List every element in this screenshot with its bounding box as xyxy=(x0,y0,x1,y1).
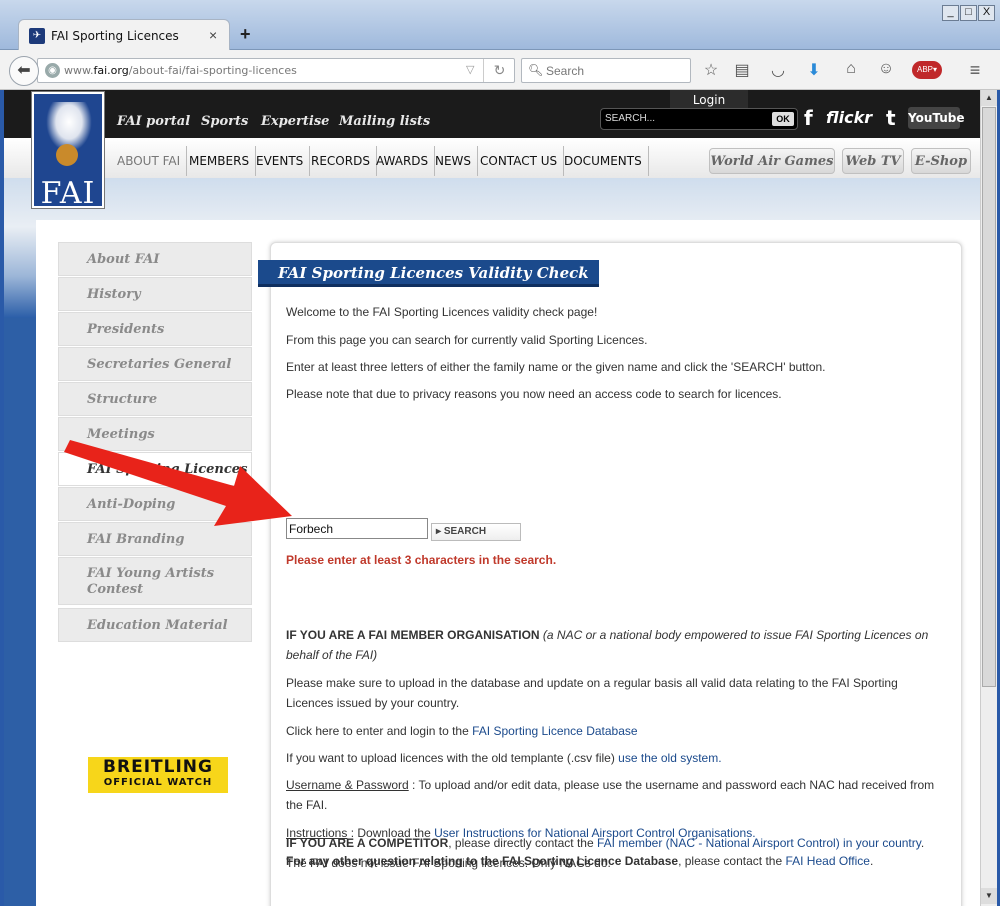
link-sports[interactable]: Sports xyxy=(201,114,248,129)
page-title: FAI Sporting Licences Validity Check xyxy=(258,260,599,287)
logo-text: FAI xyxy=(40,176,96,211)
reading-list-icon[interactable]: ▤ xyxy=(731,60,753,80)
breitling-sponsor-logo[interactable]: BREITLING OFFICIAL WATCH xyxy=(88,757,228,793)
old-system-text: If you want to upload licences with the … xyxy=(286,751,619,765)
sidebar-item-education[interactable]: Education Material xyxy=(58,608,252,642)
bookmark-star-icon[interactable]: ☆ xyxy=(700,60,722,80)
url-text: www.fai.org/about-fai/fai-sporting-licen… xyxy=(64,64,297,77)
reload-icon[interactable]: ↻ xyxy=(483,59,515,82)
login-paragraph: Click here to enter and login to the FAI… xyxy=(286,721,946,741)
search-button-label: SEARCH xyxy=(443,526,487,537)
name-search-input[interactable] xyxy=(286,518,428,539)
link-fai-portal[interactable]: FAI portal xyxy=(117,114,190,129)
home-icon[interactable]: ⌂ xyxy=(840,60,862,78)
web-tv-button[interactable]: Web TV xyxy=(842,148,904,174)
menu-records[interactable]: RECORDS xyxy=(305,146,377,176)
close-window-button[interactable]: X xyxy=(978,5,995,21)
sponsor-tagline: OFFICIAL WATCH xyxy=(103,777,213,788)
scroll-up-icon[interactable]: ▲ xyxy=(981,90,997,106)
back-button[interactable]: ⬅ xyxy=(9,56,39,86)
menu-icon[interactable]: ≡ xyxy=(964,60,986,81)
intro-search-info: From this page you can search for curren… xyxy=(286,333,648,347)
facebook-icon[interactable]: f xyxy=(804,106,820,130)
member-org-title: IF YOU ARE A FAI MEMBER ORGANISATION xyxy=(286,628,540,642)
content-area: About FAI History Presidents Secretaries… xyxy=(36,220,980,906)
fai-favicon-icon: ✈ xyxy=(29,28,45,44)
competitor-text: , please directly contact the xyxy=(448,836,597,850)
menu-documents[interactable]: DOCUMENTS xyxy=(558,146,649,176)
globe-icon: ◉ xyxy=(45,63,60,78)
sidebar-item-presidents[interactable]: Presidents xyxy=(58,312,252,346)
url-dropdown-icon[interactable]: ▽ xyxy=(466,63,474,76)
minimize-button[interactable]: _ xyxy=(942,5,959,21)
site-search-placeholder: SEARCH... xyxy=(605,113,656,124)
userpass-label: Username & Password xyxy=(286,778,409,792)
competitor-bold: IF YOU ARE A COMPETITOR xyxy=(286,836,449,850)
member-org-section: IF YOU ARE A FAI MEMBER ORGANISATION (a … xyxy=(286,625,946,665)
error-message: Please enter at least 3 characters in th… xyxy=(286,553,557,567)
url-bar[interactable]: ◉ www.fai.org/about-fai/fai-sporting-lic… xyxy=(37,58,515,83)
login-text: Click here to enter and login to the xyxy=(286,724,473,738)
navigation-toolbar: ◉ www.fai.org/about-fai/fai-sporting-lic… xyxy=(0,50,1000,90)
new-tab-button[interactable]: + xyxy=(240,24,251,45)
web-page: FAI FAI portal Sports Expertise Mailing … xyxy=(4,90,980,906)
red-arrow-annotation xyxy=(64,440,292,526)
globe-emblem-icon xyxy=(56,144,78,166)
download-icon[interactable]: ⬇ xyxy=(803,60,825,80)
scroll-down-icon[interactable]: ▼ xyxy=(981,888,997,904)
search-icon: 🔍︎ xyxy=(528,63,544,77)
old-system-link[interactable]: use the old system. xyxy=(618,751,721,765)
menu-about-fai[interactable]: ABOUT FAI xyxy=(111,146,188,176)
sidebar-item-structure[interactable]: Structure xyxy=(58,382,252,416)
menu-awards[interactable]: AWARDS xyxy=(370,146,436,176)
adblock-icon[interactable]: ABP▾ xyxy=(912,61,942,79)
site-search-input[interactable]: SEARCH... OK xyxy=(600,108,798,130)
vertical-scrollbar[interactable]: ▲ ▼ xyxy=(980,90,997,906)
e-shop-button[interactable]: E-Shop xyxy=(911,148,971,174)
search-button[interactable]: ▸ SEARCH xyxy=(431,523,521,541)
upload-text: Please make sure to upload in the databa… xyxy=(286,676,898,710)
site-search-ok-button[interactable]: OK xyxy=(772,112,794,126)
sidebar-item-secretaries-general[interactable]: Secretaries General xyxy=(58,347,252,381)
sidebar-item-young-artists[interactable]: FAI Young Artists Contest xyxy=(58,557,252,605)
pocket-icon[interactable]: ◡ xyxy=(767,60,789,80)
browser-tab[interactable]: ✈ FAI Sporting Licences × xyxy=(18,19,230,51)
menu-news[interactable]: NEWS xyxy=(429,146,479,176)
tab-title: FAI Sporting Licences xyxy=(51,29,179,43)
nac-link[interactable]: FAI member (NAC - National Airsport Cont… xyxy=(597,836,921,850)
browser-search-input[interactable]: 🔍︎ Search xyxy=(521,58,691,83)
link-expertise[interactable]: Expertise xyxy=(261,114,329,129)
sponsor-name: BREITLING xyxy=(103,757,213,777)
competitor-paragraph: IF YOU ARE A COMPETITOR, please directly… xyxy=(286,833,946,873)
old-system-paragraph: If you want to upload licences with the … xyxy=(286,748,946,768)
intro-instructions: Enter at least three letters of either t… xyxy=(286,360,826,374)
twitter-icon[interactable]: t xyxy=(886,106,902,130)
link-mailing-lists[interactable]: Mailing lists xyxy=(339,114,430,129)
sidebar-item-history[interactable]: History xyxy=(58,277,252,311)
intro-welcome: Welcome to the FAI Sporting Licences val… xyxy=(286,305,598,319)
maximize-button[interactable]: □ xyxy=(960,5,977,21)
fai-logo[interactable]: FAI xyxy=(32,92,104,211)
menu-events[interactable]: EVENTS xyxy=(250,146,311,176)
scroll-thumb[interactable] xyxy=(982,107,996,687)
menu-members[interactable]: MEMBERS xyxy=(183,146,257,176)
sidebar-item-about-fai[interactable]: About FAI xyxy=(58,242,252,276)
licence-database-link[interactable]: FAI Sporting Licence Database xyxy=(472,724,637,738)
tab-close-icon[interactable]: × xyxy=(209,27,217,43)
flickr-icon[interactable]: flickr xyxy=(826,106,878,130)
chat-icon[interactable]: ☺ xyxy=(875,60,897,78)
youtube-icon[interactable]: YouTube xyxy=(908,107,965,129)
world-air-games-button[interactable]: World Air Games xyxy=(709,148,835,174)
intro-privacy: Please note that due to privacy reasons … xyxy=(286,387,782,401)
userpass-paragraph: Username & Password : To upload and/or e… xyxy=(286,775,946,815)
search-placeholder: Search xyxy=(546,64,585,78)
menu-contact-us[interactable]: CONTACT US xyxy=(474,146,565,176)
